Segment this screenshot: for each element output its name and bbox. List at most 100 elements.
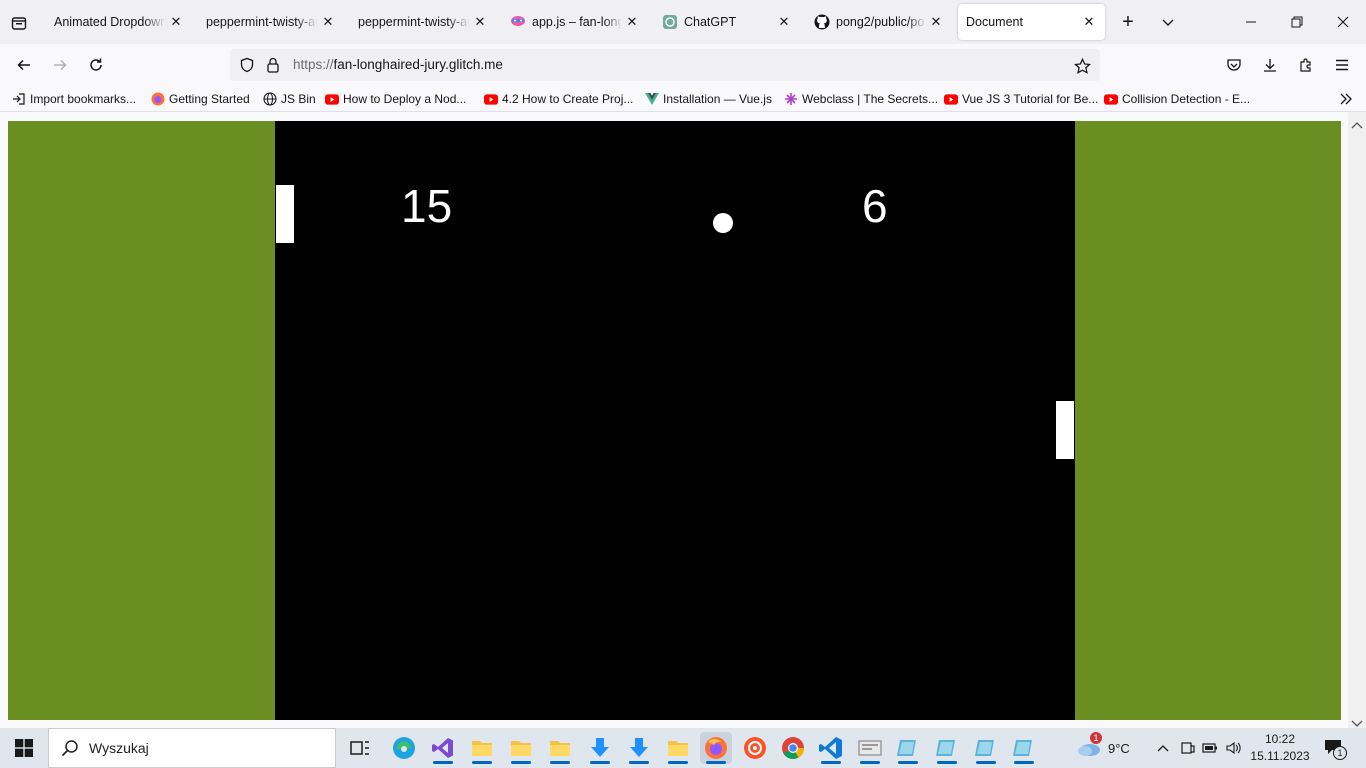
volume-icon[interactable] [1224,738,1244,758]
bookmark-label: How to Deploy a Nod... [343,92,467,106]
edge-icon[interactable] [388,732,420,764]
bookmark-label: Installation — Vue.js [663,92,772,106]
downloads-icon[interactable] [1258,53,1282,77]
bookmark-label: Getting Started [169,92,250,106]
bookmarks-overflow-chevron-icon[interactable] [1336,89,1356,109]
forward-icon[interactable] [48,53,72,77]
file-explorer-icon[interactable] [662,732,694,764]
webclass-icon [784,92,798,106]
bookmark-jsbin[interactable]: JS Bin [263,90,316,108]
url-text[interactable]: https://fan-longhaired-jury.glitch.me [293,57,503,72]
address-bar[interactable]: https://fan-longhaired-jury.glitch.me [230,49,1100,81]
youtube-icon [1104,92,1118,106]
weather-alert-badge: 1 [1090,732,1102,744]
new-tab-icon[interactable]: + [1117,11,1139,33]
app-window-icon[interactable] [854,732,886,764]
tracking-protection-shield-icon[interactable] [238,56,256,74]
tab-label: Document [966,15,1023,29]
downloads-folder-icon[interactable] [584,732,616,764]
extensions-icon[interactable] [1294,53,1318,77]
bookmark-collision-detection[interactable]: Collision Detection - E... [1104,90,1250,108]
notification-count-badge: 1 [1333,746,1347,760]
tab-label: peppermint-twisty-ag [358,15,470,29]
right-player-score: 6 [862,180,888,232]
youtube-icon [944,92,958,106]
tab-github-pong2[interactable]: pong2/public/po ✕ [806,4,952,40]
youtube-icon [325,92,339,106]
tab-document[interactable]: Document ✕ [958,4,1105,40]
bookmark-import[interactable]: Import bookmarks... [12,90,136,108]
chrome-icon[interactable] [777,732,809,764]
tab-animated-dropdown[interactable]: Animated Dropdown ✕ [46,4,192,40]
close-icon[interactable]: ✕ [928,14,944,30]
notebook-app-icon[interactable] [931,732,963,764]
close-icon[interactable]: ✕ [320,14,336,30]
bookmark-vuejs-installation[interactable]: Installation — Vue.js [645,90,772,108]
clock-time: 10:22 [1264,732,1296,746]
vscode-icon[interactable] [815,732,847,764]
bookmark-webclass[interactable]: Webclass | The Secrets... [784,90,938,108]
tab-chatgpt[interactable]: ChatGPT ✕ [654,4,800,40]
firefox-icon [151,92,165,106]
tab-peppermint-2[interactable]: peppermint-twisty-ag ✕ [350,4,496,40]
reload-icon[interactable] [84,53,108,77]
bookmark-getting-started[interactable]: Getting Started [151,90,250,108]
show-hidden-icons-chevron-icon[interactable] [1153,738,1173,758]
close-icon[interactable]: ✕ [1081,14,1097,30]
pocket-icon[interactable] [1222,53,1246,77]
tab-app-js[interactable]: app.js – fan-longh ✕ [502,4,648,40]
bookmark-star-icon[interactable] [1072,56,1092,76]
import-icon [12,92,26,106]
notebook-app-icon[interactable] [970,732,1002,764]
list-all-tabs-icon[interactable] [1157,11,1179,33]
vertical-scrollbar[interactable] [1348,112,1366,728]
clock[interactable]: 10:22 15.11.2023 [1250,731,1310,765]
task-view-icon[interactable] [344,732,376,764]
hamburger-menu-icon[interactable] [1330,53,1354,77]
tab-peppermint-1[interactable]: peppermint-twisty-ag ✕ [198,4,344,40]
bookmark-create-proj[interactable]: 4.2 How to Create Proj... [484,90,633,108]
windows-start-icon[interactable] [8,732,40,764]
url-host: fan-longhaired-jury.glitch.me [333,57,503,72]
cloudy-weather-icon: 1 [1076,732,1102,758]
downloads-folder-icon[interactable] [623,732,655,764]
bookmark-deploy-node[interactable]: How to Deploy a Nod... [325,90,466,108]
close-icon[interactable]: ✕ [472,14,488,30]
windows-taskbar: Wyszukaj 1 9°C 10:22 15.11.2023 1 [0,728,1366,768]
chatgpt-icon [662,14,678,30]
weather-widget[interactable]: 1 9°C [1076,732,1130,760]
restore-icon[interactable] [1286,11,1308,33]
bookmark-label: 4.2 How to Create Proj... [502,92,634,106]
file-explorer-icon[interactable] [544,732,576,764]
scroll-up-arrow-icon[interactable] [1351,116,1363,134]
close-window-icon[interactable] [1332,11,1354,33]
clock-date: 15.11.2023 [1250,749,1310,763]
file-explorer-icon[interactable] [505,732,537,764]
minimize-icon[interactable] [1240,11,1262,33]
tab-label: ChatGPT [684,15,737,29]
close-icon[interactable]: ✕ [776,14,792,30]
battery-icon[interactable] [1200,738,1220,758]
notebook-app-icon[interactable] [1008,732,1040,764]
brave-icon[interactable] [739,732,771,764]
display-icon[interactable] [1178,738,1198,758]
firefox-icon[interactable] [700,732,732,764]
tab-label: app.js – fan-longh [532,15,622,29]
back-icon[interactable] [12,53,36,77]
pong-canvas[interactable]: 15 6 [275,121,1075,720]
close-icon[interactable]: ✕ [624,14,640,30]
firefox-view-icon[interactable] [8,12,30,34]
tab-label: pong2/public/po [836,15,925,29]
taskbar-search-box[interactable]: Wyszukaj [48,728,336,768]
visual-studio-icon[interactable] [427,732,459,764]
bookmark-label: Webclass | The Secrets... [802,92,939,106]
close-icon[interactable]: ✕ [168,14,184,30]
bookmark-vue3-tutorial[interactable]: Vue JS 3 Tutorial for Be... [944,90,1098,108]
notification-center[interactable]: 1 [1322,736,1348,760]
vue-icon [645,92,659,106]
right-paddle [1056,401,1074,459]
notebook-app-icon[interactable] [892,732,924,764]
search-icon [61,739,79,757]
lock-icon[interactable] [264,56,282,74]
file-explorer-icon[interactable] [466,732,498,764]
